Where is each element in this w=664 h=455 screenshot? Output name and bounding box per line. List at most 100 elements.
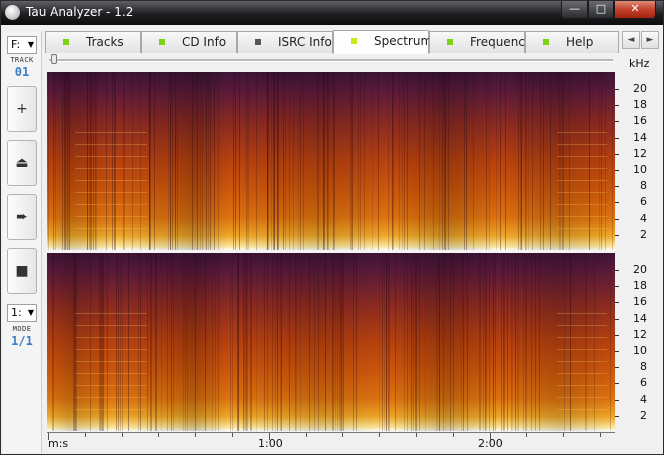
- spectrogram-transient: [407, 253, 408, 431]
- tab-scroll-left-button[interactable]: ◄: [622, 31, 640, 49]
- spectrogram-transient: [453, 253, 454, 431]
- spectrogram-transient: [404, 253, 405, 431]
- drive-select[interactable]: F: ▼: [7, 36, 37, 54]
- spectrogram-transient: [281, 253, 282, 431]
- spectrogram-transient: [501, 253, 502, 431]
- chevron-left-icon: ◄: [627, 35, 635, 45]
- spectrogram-transient: [185, 253, 186, 431]
- spectrogram-transient: [382, 253, 383, 431]
- freq-tick-label: 2: [640, 228, 647, 241]
- spectrogram-transient: [91, 72, 92, 250]
- spectrogram-transient: [48, 72, 49, 250]
- spectrogram-transient: [450, 253, 451, 431]
- spectrogram-transient: [172, 72, 173, 250]
- spectrogram-transient: [489, 253, 490, 431]
- track-number: 01: [14, 65, 30, 79]
- spectrogram-transient: [464, 72, 465, 250]
- control-panel: F: ▼ TRACK 01 + ⏏ ➨ ■ 1: ▼ MODE 1/1: [3, 32, 42, 453]
- tab-scroll-right-button[interactable]: ►: [641, 31, 659, 49]
- spectrogram-transient: [195, 253, 196, 431]
- chevron-down-icon: ▼: [27, 308, 34, 317]
- spectrogram-transient: [175, 72, 176, 250]
- tab-led-icon: [447, 39, 453, 45]
- add-button[interactable]: +: [7, 86, 37, 132]
- spectrogram-tone-line: [557, 325, 607, 326]
- freq-tick: [615, 400, 619, 401]
- spectrogram-transient: [123, 72, 124, 250]
- spectrogram-transient: [473, 72, 474, 250]
- stop-icon: ■: [15, 263, 29, 279]
- eject-button[interactable]: ⏏: [7, 140, 37, 186]
- spectrogram-transient: [132, 72, 133, 250]
- spectrogram-tone-line: [557, 397, 607, 398]
- window-title: Tau Analyzer - 1.2: [26, 5, 134, 19]
- spectrogram-transient: [210, 72, 211, 250]
- freq-tick-label: 6: [640, 376, 647, 389]
- spectrogram-transient: [496, 72, 497, 250]
- spectrogram-tone-line: [75, 228, 147, 229]
- spectrogram-transient: [407, 72, 408, 250]
- freq-tick: [615, 270, 619, 271]
- spectrogram-transient: [515, 253, 516, 431]
- spectrogram-transient: [309, 253, 310, 431]
- spectrogram-transient: [352, 72, 353, 250]
- spectrogram-tone-line: [75, 313, 147, 314]
- spectrogram-tone-line: [75, 409, 147, 410]
- close-button[interactable]: ✕: [614, 1, 656, 19]
- spectrogram-transient: [416, 253, 417, 431]
- spectrogram-transient: [273, 72, 274, 250]
- tab-spectrum[interactable]: Spectrum: [333, 30, 432, 54]
- spectrogram-transient: [101, 253, 102, 431]
- spectrogram-transient: [73, 253, 74, 431]
- minimize-button[interactable]: —: [561, 1, 588, 19]
- spectrogram-transient: [540, 72, 541, 250]
- spectrogram-transient: [526, 253, 527, 431]
- tab-isrc-info[interactable]: ISRC Info: [237, 31, 333, 53]
- spectrogram-transient: [525, 72, 526, 250]
- tab-frequency[interactable]: Frequency: [429, 31, 532, 53]
- play-button[interactable]: ➨: [7, 194, 37, 240]
- freq-tick-label: 18: [633, 98, 647, 111]
- spectrogram-transient: [230, 253, 231, 431]
- spectrogram-transient: [248, 72, 249, 250]
- spectrogram-transient: [523, 253, 524, 431]
- spectrogram-transient: [283, 72, 284, 250]
- spectrogram-transient: [612, 72, 613, 250]
- spectrogram-transient: [353, 253, 354, 431]
- position-slider-track[interactable]: [49, 59, 613, 62]
- spectrogram-transient: [610, 253, 611, 431]
- spectrogram-transient: [528, 72, 529, 250]
- spectrogram-transient: [489, 72, 490, 250]
- maximize-button[interactable]: □: [588, 1, 614, 19]
- tab-bar: Tracks CD Info ISRC Info Spectrum Frequency H…: [45, 30, 619, 54]
- spectrogram-transient: [151, 253, 152, 431]
- tab-tracks[interactable]: Tracks: [45, 31, 141, 53]
- spectrogram-transient: [150, 72, 151, 250]
- spectrogram-transient: [589, 72, 590, 250]
- spectrogram-transient: [570, 253, 571, 431]
- spectrogram-transient: [425, 253, 426, 431]
- spectrogram-transient: [384, 253, 385, 431]
- spectrogram-transient: [337, 253, 338, 431]
- tab-cd-info[interactable]: CD Info: [141, 31, 237, 53]
- mode-select[interactable]: 1: ▼: [7, 304, 37, 322]
- spectrogram-transient: [218, 72, 219, 250]
- time-tick: [269, 433, 270, 440]
- spectrogram-tone-line: [75, 385, 147, 386]
- time-tick: [453, 433, 454, 437]
- spectrogram-tone-line: [557, 361, 607, 362]
- stop-button[interactable]: ■: [7, 248, 37, 294]
- time-tick: [379, 433, 380, 437]
- freq-tick: [615, 186, 619, 187]
- spectrogram-transient: [147, 253, 148, 431]
- spectrogram-transient: [296, 253, 297, 431]
- spectrogram-transient: [333, 253, 334, 431]
- freq-tick-label: 6: [640, 195, 647, 208]
- spectrogram-transient: [106, 72, 107, 250]
- position-slider-thumb[interactable]: [51, 54, 57, 64]
- spectrogram-transient: [392, 72, 393, 250]
- play-icon: ➨: [16, 209, 28, 225]
- title-bar[interactable]: Tau Analyzer - 1.2 — □ ✕: [1, 1, 663, 25]
- tab-help[interactable]: Help: [525, 31, 619, 53]
- freq-tick: [615, 302, 619, 303]
